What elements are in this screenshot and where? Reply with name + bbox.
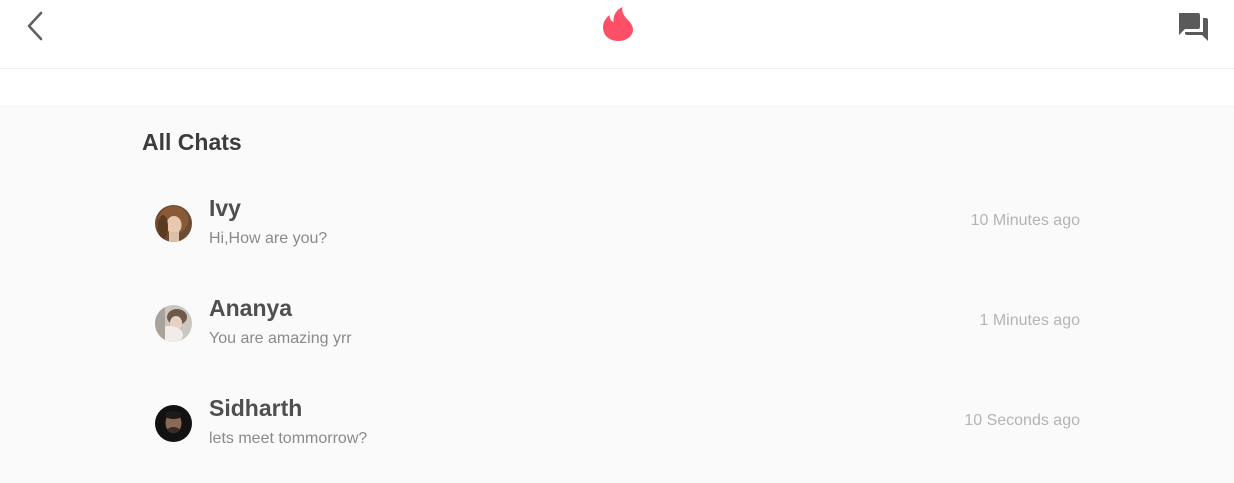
contact-name: Ananya (209, 295, 293, 321)
chat-item-sidharth[interactable]: Sidharth lets meet tommorrow? 10 Seconds… (142, 383, 1092, 473)
avatar-ananya (155, 305, 192, 342)
contact-name: Ivy (209, 195, 241, 221)
back-button[interactable] (20, 9, 50, 43)
chat-bubbles-icon (1179, 13, 1208, 41)
top-bar (0, 0, 1234, 69)
chat-item-ivy[interactable]: Ivy Hi,How are you? 10 Minutes ago (142, 183, 1092, 273)
app-logo[interactable] (600, 5, 636, 43)
chevron-left-icon (27, 11, 43, 41)
avatar[interactable] (155, 305, 192, 342)
last-message: You are amazing yrr (209, 330, 352, 347)
flame-icon (603, 7, 633, 41)
avatar-sidharth (155, 405, 192, 442)
avatar-ivy (155, 205, 192, 242)
chats-panel: All Chats Ivy Hi,How are you? 10 Minutes… (0, 105, 1234, 483)
timestamp: 10 Seconds ago (964, 412, 1080, 429)
last-message: Hi,How are you? (209, 230, 328, 247)
messages-button[interactable] (1174, 8, 1212, 44)
contact-name: Sidharth (209, 395, 303, 421)
avatar[interactable] (155, 405, 192, 442)
timestamp: 1 Minutes ago (979, 312, 1080, 329)
last-message: lets meet tommorrow? (209, 430, 368, 447)
page-title: All Chats (142, 129, 242, 155)
timestamp: 10 Minutes ago (970, 212, 1080, 229)
chat-item-ananya[interactable]: Ananya You are amazing yrr 1 Minutes ago (142, 283, 1092, 373)
avatar[interactable] (155, 205, 192, 242)
